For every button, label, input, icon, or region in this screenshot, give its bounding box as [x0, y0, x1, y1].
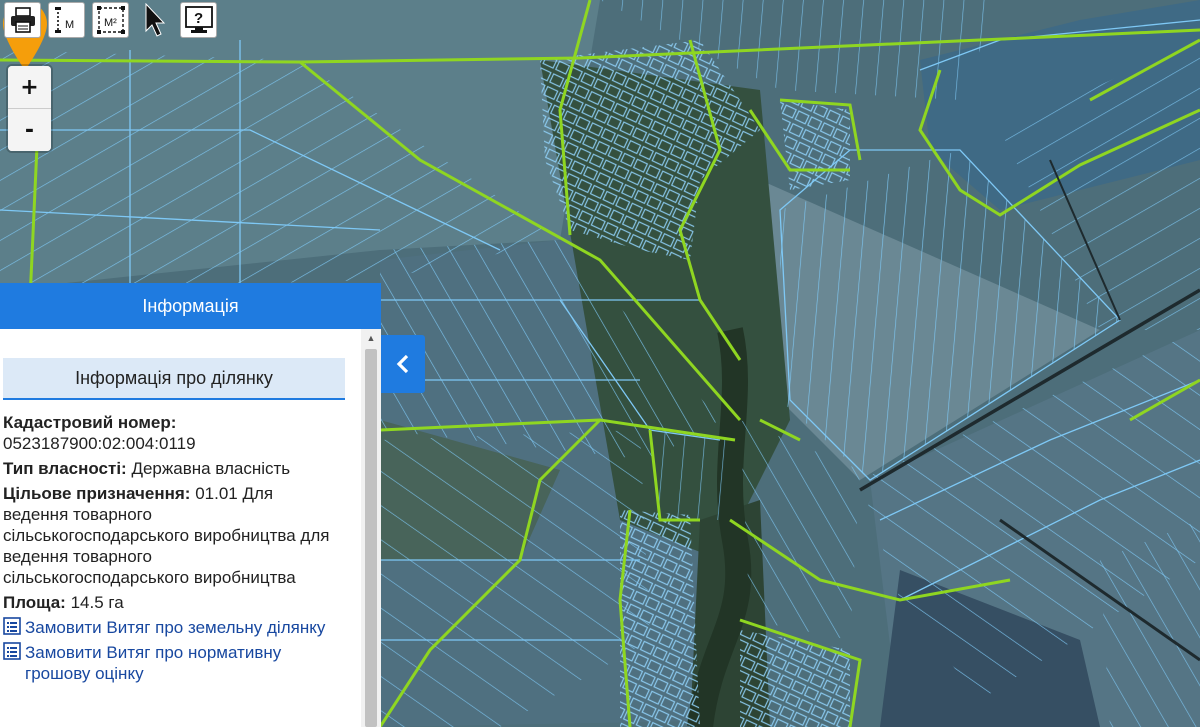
- purpose-label: Цільове призначення:: [3, 484, 191, 503]
- panel-body: Інформація про ділянку Кадастровий номер…: [0, 329, 361, 727]
- ownership-label: Тип власності:: [3, 459, 127, 478]
- help-button[interactable]: ?: [180, 2, 217, 38]
- collapse-panel-button[interactable]: [381, 335, 425, 393]
- panel-scrollbar[interactable]: ▲: [361, 329, 381, 727]
- area-value: 14.5 га: [70, 593, 124, 612]
- order-extract-link[interactable]: Замовити Витяг про земельну ділянку: [3, 617, 333, 638]
- panel-header: Інформація: [0, 283, 381, 329]
- parcel-info: Кадастровий номер: 0523187900:02:004:011…: [0, 412, 333, 684]
- ownership-value: Державна власність: [131, 459, 291, 478]
- map-toolbar: M M² ?: [4, 2, 217, 38]
- zoom-in-button[interactable]: +: [8, 66, 51, 108]
- cadastral-row: Кадастровий номер: 0523187900:02:004:011…: [3, 412, 333, 454]
- area-row: Площа: 14.5 га: [3, 592, 333, 613]
- area-icon: M²: [96, 6, 125, 34]
- ownership-row: Тип власності: Державна власність: [3, 458, 333, 479]
- chevron-left-icon: [396, 354, 409, 374]
- zoom-control: + -: [8, 66, 51, 151]
- measure-area-button[interactable]: M²: [92, 2, 129, 38]
- print-button[interactable]: [4, 2, 41, 38]
- order-extract-link-text[interactable]: Замовити Витяг про земельну ділянку: [25, 617, 325, 638]
- scroll-thumb[interactable]: [365, 349, 377, 727]
- order-valuation-link[interactable]: Замовити Витяг про нормативну грошову оц…: [3, 642, 333, 684]
- printer-icon: [10, 7, 35, 33]
- section-title: Інформація про ділянку: [3, 358, 345, 400]
- cadastral-value: 0523187900:02:004:0119: [3, 434, 196, 453]
- list-icon: [3, 642, 21, 660]
- svg-text:M²: M²: [104, 17, 117, 29]
- select-button[interactable]: [136, 2, 173, 38]
- svg-text:?: ?: [194, 10, 203, 27]
- zoom-out-button[interactable]: -: [8, 108, 51, 151]
- svg-text:M: M: [65, 19, 74, 31]
- info-panel: Інформація Інформація про ділянку Кадаст…: [0, 283, 381, 727]
- purpose-row: Цільове призначення: 01.01 Для ведення т…: [3, 483, 333, 588]
- measure-distance-button[interactable]: M: [48, 2, 85, 38]
- cursor-icon: [145, 3, 165, 37]
- cadastral-label: Кадастровий номер:: [3, 413, 177, 432]
- area-label: Площа:: [3, 593, 66, 612]
- ruler-icon: M: [54, 7, 74, 33]
- scroll-up-icon[interactable]: ▲: [361, 329, 381, 347]
- order-valuation-link-text[interactable]: Замовити Витяг про нормативну грошову оц…: [25, 642, 333, 684]
- list-icon: [3, 617, 21, 635]
- question-icon: ?: [184, 6, 213, 33]
